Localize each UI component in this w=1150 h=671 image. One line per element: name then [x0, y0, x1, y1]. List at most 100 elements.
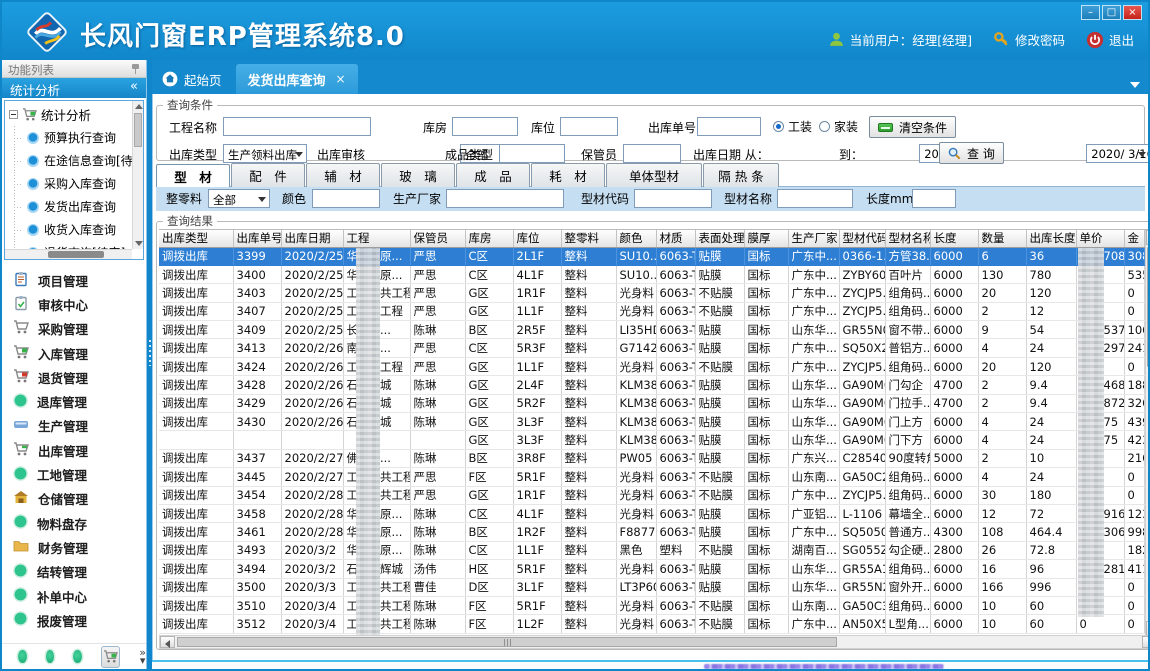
column-header-数量[interactable]: 数量: [978, 230, 1026, 247]
tab-overflow-icon[interactable]: [1130, 82, 1140, 88]
menu-item-报废管理[interactable]: 报废管理: [2, 608, 146, 632]
grid-vertical-scrollbar[interactable]: [1145, 230, 1150, 635]
date-to-select[interactable]: 2020/ 3/16: [1086, 144, 1150, 163]
collapse-icon[interactable]: «: [130, 79, 138, 94]
clear-conditions-button[interactable]: 清空条件: [869, 116, 956, 138]
menu-item-入库管理[interactable]: 入库管理: [2, 341, 146, 365]
sidebar-section-title[interactable]: 统计分析 «: [2, 78, 146, 98]
table-row[interactable]: 调拨出库35122020/3/4工共工程陈琳F区1L2F整料光身料6063-T5…: [159, 615, 1144, 633]
table-row[interactable]: 调拨出库34092020/2/25长...陈琳B区2R5F整料LI35HD606…: [159, 321, 1144, 339]
length-input[interactable]: [912, 189, 956, 208]
table-row[interactable]: 调拨出库34942020/3/2石辉城汤伟H区5R1F整料光身料6063-T5贴…: [159, 560, 1144, 578]
color-input[interactable]: [312, 189, 380, 208]
table-row[interactable]: 调拨出库33992020/2/25华原...严思C区2L1F整料SU10...6…: [159, 247, 1144, 265]
menu-item-项目管理[interactable]: 项目管理: [2, 268, 146, 292]
column-header-出库长度[interactable]: 出库长度: [1026, 230, 1076, 247]
tree-item-发货出库查询[interactable]: 发货出库查询: [5, 195, 143, 218]
scroll-up-icon[interactable]: [135, 104, 143, 109]
column-header-生产厂家[interactable]: 生产厂家: [788, 230, 839, 247]
menu-item-审核中心[interactable]: 审核中心: [2, 292, 146, 316]
table-row[interactable]: 调拨出库34282020/2/26石城陈琳G区2L4F整料KLM38176063…: [159, 376, 1144, 394]
material-tab-辅材[interactable]: 辅 材: [306, 163, 380, 187]
column-header-工程[interactable]: 工程: [343, 230, 410, 247]
material-tab-玻璃[interactable]: 玻 璃: [381, 163, 455, 187]
green-dot-icon[interactable]: [46, 650, 55, 663]
table-row[interactable]: 调拨出库34452020/2/27工共工程严思F区5R1F整料光身料6063-T…: [159, 468, 1144, 486]
table-row[interactable]: G区3L3F整料KLM38176063-T5贴膜国标山东华...GA90M09.…: [159, 431, 1144, 449]
project-name-input[interactable]: [223, 117, 371, 136]
grid-hscroll-thumb[interactable]: [177, 637, 837, 647]
tab-home[interactable]: 起始页: [152, 64, 236, 94]
maximize-button[interactable]: □: [1102, 5, 1121, 20]
material-tab-成品[interactable]: 成 品: [456, 163, 530, 187]
column-header-出库单号[interactable]: 出库单号: [233, 230, 281, 247]
material-tab-配件[interactable]: 配 件: [231, 163, 305, 187]
material-tab-隔热条[interactable]: 隔 热 条: [703, 163, 779, 187]
table-row[interactable]: 调拨出库34242020/2/26工工程严思G区1L1F整料光身料6063-T5…: [159, 357, 1144, 375]
menu-item-仓储管理[interactable]: 仓储管理: [2, 487, 146, 511]
table-row[interactable]: 调拨出库34302020/2/26石城陈琳G区3L3F整料KLM38176063…: [159, 413, 1144, 431]
table-row[interactable]: 调拨出库34032020/2/25工共工程严思G区1R1F整料光身料6063-T…: [159, 284, 1144, 302]
menu-item-退库管理[interactable]: 退库管理: [2, 389, 146, 413]
column-header-长度[interactable]: 长度: [930, 230, 978, 247]
scroll-right-button[interactable]: [1142, 636, 1150, 648]
column-header-材质[interactable]: 材质: [656, 230, 695, 247]
green-dot-icon[interactable]: [18, 650, 27, 663]
scroll-left-button[interactable]: [160, 636, 175, 648]
pin-icon[interactable]: [131, 64, 140, 74]
radio-home-decor[interactable]: 家装: [819, 118, 858, 135]
tree-item-采购入库查询[interactable]: 采购入库查询: [5, 172, 143, 195]
search-button[interactable]: 查 询: [939, 142, 1004, 164]
table-row[interactable]: 调拨出库34542020/2/28工共工程严思G区1R1F整料光身料6063-T…: [159, 486, 1144, 504]
keeper-input[interactable]: [623, 144, 681, 163]
column-header-颜色[interactable]: 颜色: [616, 230, 656, 247]
menu-item-补单中心[interactable]: 补单中心: [2, 584, 146, 608]
column-header-保管员[interactable]: 保管员: [410, 230, 465, 247]
column-header-型材名称[interactable]: 型材名称: [885, 230, 930, 247]
tree-scroll-thumb[interactable]: [134, 113, 142, 147]
tree-hscroll-thumb[interactable]: [48, 251, 104, 258]
menu-item-退货管理[interactable]: 退货管理: [2, 365, 146, 389]
tree-item-收货入库查询[interactable]: 收货入库查询: [5, 218, 143, 241]
scroll-up-button[interactable]: [1146, 230, 1150, 245]
menu-item-结转管理[interactable]: 结转管理: [2, 560, 146, 584]
overflow-chevron[interactable]: »▾: [139, 649, 146, 665]
change-password[interactable]: 修改密码: [993, 30, 1065, 49]
grid-horizontal-scrollbar[interactable]: [159, 635, 1150, 649]
material-tab-型材[interactable]: 型 材: [156, 164, 230, 188]
green-dot-icon[interactable]: [73, 650, 82, 663]
column-header-金[interactable]: 金: [1124, 230, 1144, 247]
outbound-type-select[interactable]: 生产领料出库: [223, 144, 307, 163]
tab-close-icon[interactable]: ×: [336, 72, 346, 86]
maker-input[interactable]: [446, 189, 564, 208]
menu-item-出库管理[interactable]: 出库管理: [2, 438, 146, 462]
location-input[interactable]: [560, 117, 618, 136]
column-header-出库类型[interactable]: 出库类型: [159, 230, 233, 247]
product-type-input[interactable]: [499, 144, 565, 163]
column-header-表面处理[interactable]: 表面处理: [695, 230, 744, 247]
column-header-膜厚[interactable]: 膜厚: [744, 230, 788, 247]
scroll-down-icon[interactable]: [135, 241, 143, 246]
menu-item-采购管理[interactable]: 采购管理: [2, 317, 146, 341]
table-row[interactable]: 调拨出库34612020/2/28华原...陈琳B区1R2F整料F8877FT6…: [159, 523, 1144, 541]
scroll-down-button[interactable]: [1146, 621, 1150, 635]
column-header-库位[interactable]: 库位: [513, 230, 561, 247]
table-row[interactable]: 调拨出库34582020/2/28华原...陈琳C区4L1F整料光身料6063-…: [159, 504, 1144, 522]
table-row[interactable]: 调拨出库34292020/2/26石城陈琳G区5R2F整料KLM38176063…: [159, 394, 1144, 412]
tree-item-预算执行查询[interactable]: 预算执行查询: [5, 126, 143, 149]
expander-icon[interactable]: [9, 110, 18, 119]
column-header-库房[interactable]: 库房: [465, 230, 513, 247]
tree-horizontal-scrollbar[interactable]: [5, 249, 132, 259]
close-button[interactable]: ×: [1123, 5, 1142, 20]
material-tab-耗材[interactable]: 耗 材: [531, 163, 605, 187]
sidebar-splitter[interactable]: [147, 60, 152, 669]
logout[interactable]: 退出: [1086, 30, 1134, 49]
column-header-单价[interactable]: 单价: [1076, 230, 1124, 247]
material-tab-单体型材[interactable]: 单体型材: [606, 163, 702, 187]
minimize-button[interactable]: –: [1081, 5, 1100, 20]
column-header-型材代码[interactable]: 型材代码: [839, 230, 885, 247]
table-row[interactable]: 调拨出库35102020/3/4工共工程陈琳F区5R1F整料光身料6063-T5…: [159, 596, 1144, 614]
table-row[interactable]: 调拨出库34132020/2/26南...严思C区5R3F整料G71422606…: [159, 339, 1144, 357]
menu-item-财务管理[interactable]: 财务管理: [2, 535, 146, 559]
menu-item-工地管理[interactable]: 工地管理: [2, 462, 146, 486]
